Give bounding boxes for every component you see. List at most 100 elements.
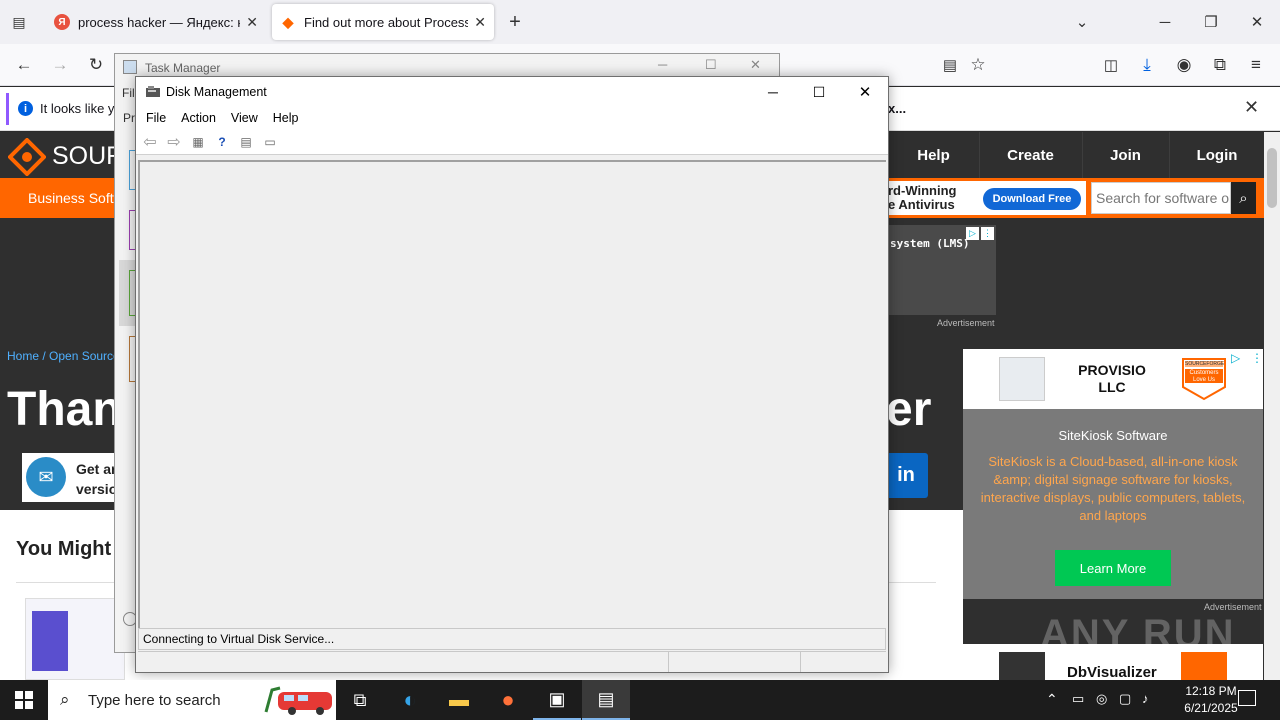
- properties-icon[interactable]: ▤: [236, 133, 256, 151]
- provisio-image: [999, 357, 1045, 401]
- breadcrumb[interactable]: Home / Open Source: [7, 349, 120, 363]
- page-title-right: er: [886, 383, 932, 436]
- status-divider: [668, 652, 669, 672]
- lms-ad[interactable]: system (LMS) ▷ ⋮: [888, 225, 996, 315]
- meet-now-icon[interactable]: ◎: [1096, 691, 1107, 707]
- advertisement-label-2: Advertisement: [1204, 602, 1262, 612]
- close-icon[interactable]: ✕: [850, 81, 880, 103]
- business-software-link[interactable]: Business Softw: [28, 190, 124, 206]
- ad-menu-icon[interactable]: ⋮: [981, 227, 994, 240]
- back-icon[interactable]: ←: [11, 52, 37, 78]
- menu-help[interactable]: Help: [273, 111, 299, 125]
- download-free-button[interactable]: Download Free: [983, 188, 1081, 210]
- tm-tab-processes[interactable]: Pr: [123, 111, 135, 125]
- bookmark-star-icon[interactable]: ☆: [965, 52, 991, 78]
- list-all-tabs-icon[interactable]: ⌄: [1067, 10, 1097, 34]
- nav-login[interactable]: Login: [1169, 132, 1264, 178]
- close-tab-icon[interactable]: ✕: [474, 14, 486, 31]
- mail-icon: ✉: [26, 457, 66, 497]
- close-tab-icon[interactable]: ✕: [246, 14, 258, 31]
- extensions-icon[interactable]: ⧉: [1207, 52, 1233, 78]
- status-text: Connecting to Virtual Disk Service...: [143, 632, 335, 646]
- drive-icon[interactable]: ▭: [1072, 691, 1084, 707]
- infobar-button[interactable]: x...: [888, 101, 906, 116]
- nav-create[interactable]: Create: [979, 132, 1081, 178]
- yandex-favicon-icon: Я: [54, 14, 70, 30]
- ad-menu-icon[interactable]: ⋮: [1251, 351, 1263, 365]
- sitekiosk-description: SiteKiosk is a Cloud-based, all-in-one k…: [980, 454, 1246, 523]
- minimize-icon[interactable]: ─: [758, 81, 788, 103]
- menu-file[interactable]: File: [146, 111, 166, 125]
- adchoices-icon[interactable]: ▷: [1231, 351, 1240, 365]
- lms-ad-text: system (LMS): [890, 237, 970, 250]
- window-title: Disk Management: [166, 85, 267, 99]
- minimize-icon[interactable]: ─: [658, 57, 667, 72]
- help-icon[interactable]: ?: [212, 133, 232, 151]
- forward-icon[interactable]: ⇨: [164, 133, 184, 151]
- status-bar: Connecting to Virtual Disk Service...: [138, 628, 886, 650]
- badge-text: Customers Love Us: [1189, 370, 1219, 383]
- start-icon[interactable]: [0, 680, 48, 720]
- tab-yandex[interactable]: Я process hacker — Яндекс: наш ✕: [46, 4, 266, 40]
- reload-icon[interactable]: ↻: [83, 52, 109, 78]
- antivirus-ad[interactable]: rd-Winning e Antivirus Download Free: [888, 181, 1086, 215]
- status-divider: [800, 652, 801, 672]
- learn-more-button[interactable]: Learn More: [1055, 550, 1171, 586]
- task-manager-taskbar-icon[interactable]: ▣: [533, 680, 581, 720]
- maximize-icon[interactable]: ☐: [804, 81, 834, 103]
- pocket-icon[interactable]: ◫: [1098, 52, 1124, 78]
- volume-icon[interactable]: ♪: [1142, 691, 1149, 706]
- tm-menu-file[interactable]: Fil: [122, 86, 135, 100]
- taskbar-search-box[interactable]: ⌕ Type here to search: [48, 680, 336, 720]
- close-infobar-icon[interactable]: ✕: [1244, 97, 1259, 118]
- nav-help[interactable]: Help: [888, 132, 978, 178]
- forward-icon[interactable]: →: [47, 52, 73, 78]
- infobar-text: It looks like yo: [40, 101, 122, 116]
- app-thumbnail[interactable]: [25, 598, 125, 680]
- scrollbar-thumb[interactable]: [1267, 148, 1277, 208]
- edge-icon[interactable]: ◐: [386, 680, 434, 720]
- nav-join[interactable]: Join: [1082, 132, 1168, 178]
- network-icon[interactable]: ▢: [1119, 691, 1131, 707]
- task-manager-title: Task Manager: [145, 61, 221, 75]
- disk-management-window: Disk Management ─ ☐ ✕ File Action View H…: [135, 76, 889, 673]
- linkedin-icon[interactable]: in: [884, 453, 928, 498]
- new-tab-icon[interactable]: +: [504, 10, 526, 34]
- site-search-input[interactable]: Search for software or: [1091, 182, 1231, 214]
- account-icon[interactable]: ◉: [1171, 52, 1197, 78]
- disk-management-icon: [145, 85, 161, 99]
- export-list-icon[interactable]: ▭: [260, 133, 280, 151]
- sourceforge-logo-icon[interactable]: [7, 137, 47, 177]
- thumbnail-sidebar: [32, 611, 68, 671]
- back-icon[interactable]: ⇦: [140, 133, 160, 151]
- close-icon[interactable]: ✕: [750, 57, 761, 73]
- page-title-left: Than: [7, 383, 122, 436]
- newsletter-box: ✉ Get ar versio: [22, 453, 118, 502]
- menu-bar: File Action View Help: [136, 107, 888, 129]
- menu-icon[interactable]: ≡: [1243, 52, 1269, 78]
- reader-view-icon[interactable]: ▤: [937, 52, 963, 78]
- tab-sourceforge[interactable]: ◆ Find out more about Process Ha ✕: [272, 4, 494, 40]
- download-icon[interactable]: ⤓: [1134, 52, 1160, 78]
- badge-top: SOURCEFORGE: [1185, 361, 1225, 367]
- page-scrollbar[interactable]: [1264, 132, 1280, 680]
- close-icon[interactable]: ✕: [1242, 10, 1272, 34]
- taskbar-search-placeholder: Type here to search: [88, 692, 221, 709]
- menu-view[interactable]: View: [231, 111, 258, 125]
- disk-management-taskbar-icon[interactable]: ▤: [582, 680, 630, 720]
- minimize-icon[interactable]: ─: [1150, 10, 1180, 34]
- maximize-icon[interactable]: ☐: [705, 57, 717, 73]
- menu-action[interactable]: Action: [181, 111, 216, 125]
- adchoices-icon[interactable]: ▷: [966, 227, 979, 240]
- search-icon[interactable]: ⌕: [1231, 182, 1256, 214]
- firefox-icon[interactable]: ●: [484, 680, 532, 720]
- task-view-icon[interactable]: ⧉: [336, 680, 384, 720]
- file-explorer-icon[interactable]: ▬: [435, 680, 483, 720]
- show-hidden-icons-icon[interactable]: ⌃: [1046, 691, 1058, 708]
- tab-title: process hacker — Яндекс: наш: [78, 14, 240, 30]
- show-hide-tree-icon[interactable]: ▦: [188, 133, 208, 151]
- tab-list-icon[interactable]: ▤: [8, 12, 30, 32]
- sitekiosk-ad[interactable]: PROVISIO LLC SOURCEFORGE Customers Love …: [963, 349, 1263, 599]
- restore-icon[interactable]: ❐: [1196, 10, 1226, 34]
- notifications-icon[interactable]: [1238, 690, 1256, 706]
